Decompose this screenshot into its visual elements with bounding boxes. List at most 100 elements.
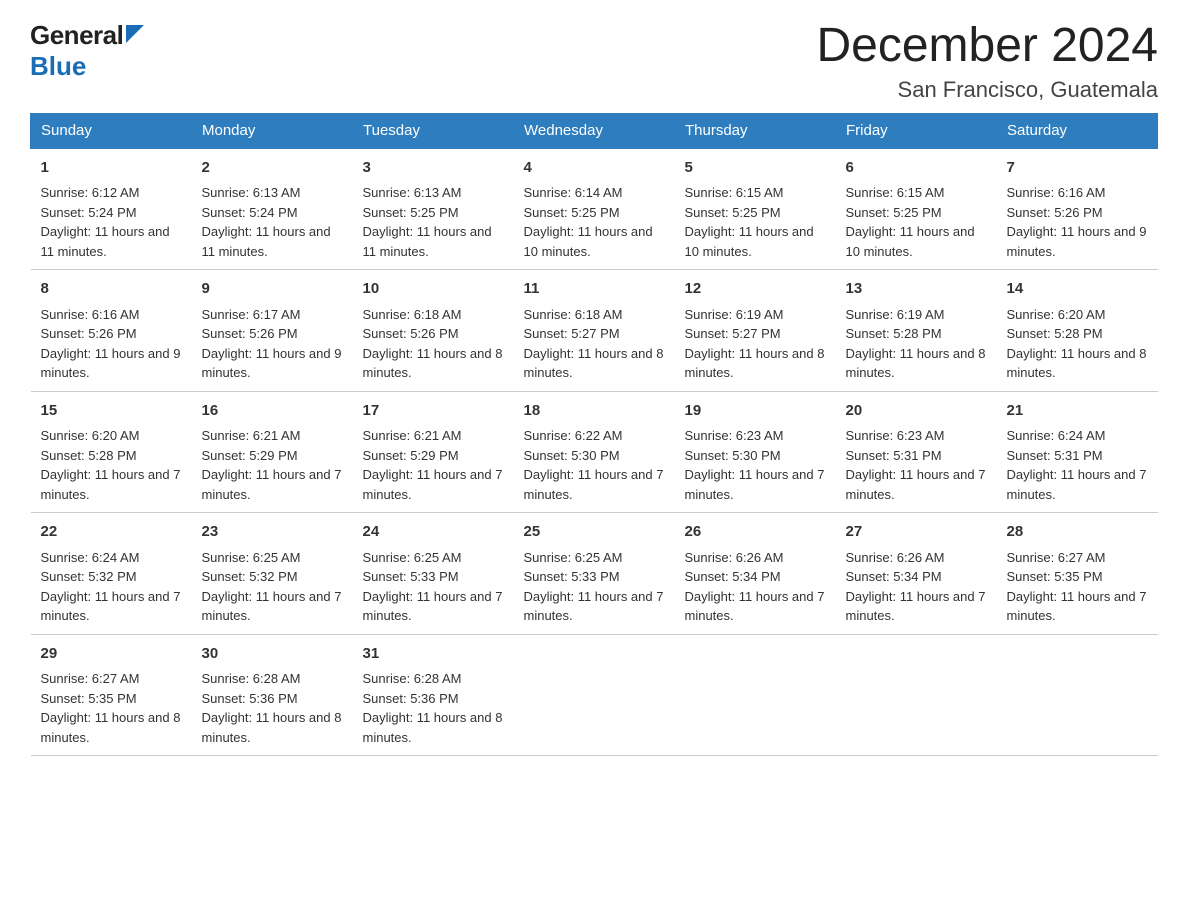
daylight-text: Daylight: 11 hours and 7 minutes. <box>524 589 664 624</box>
daylight-text: Daylight: 11 hours and 7 minutes. <box>41 589 181 624</box>
sunrise-text: Sunrise: 6:16 AM <box>1007 185 1106 200</box>
calendar-cell: 9Sunrise: 6:17 AMSunset: 5:26 PMDaylight… <box>192 270 353 392</box>
sunrise-text: Sunrise: 6:26 AM <box>685 550 784 565</box>
daylight-text: Daylight: 11 hours and 8 minutes. <box>41 710 181 745</box>
calendar-cell: 2Sunrise: 6:13 AMSunset: 5:24 PMDaylight… <box>192 148 353 270</box>
calendar-cell: 25Sunrise: 6:25 AMSunset: 5:33 PMDayligh… <box>514 513 675 635</box>
page-header: General Blue December 2024 San Francisco… <box>30 20 1158 103</box>
day-number: 12 <box>685 278 826 301</box>
sunrise-text: Sunrise: 6:15 AM <box>846 185 945 200</box>
day-number: 5 <box>685 157 826 180</box>
day-number: 10 <box>363 278 504 301</box>
sunset-text: Sunset: 5:26 PM <box>41 326 137 341</box>
daylight-text: Daylight: 11 hours and 11 minutes. <box>363 224 492 259</box>
calendar-title: December 2024 <box>816 20 1158 73</box>
sunrise-text: Sunrise: 6:26 AM <box>846 550 945 565</box>
calendar-subtitle: San Francisco, Guatemala <box>816 77 1158 103</box>
day-number: 24 <box>363 521 504 544</box>
sunset-text: Sunset: 5:28 PM <box>1007 326 1103 341</box>
calendar-cell: 16Sunrise: 6:21 AMSunset: 5:29 PMDayligh… <box>192 391 353 513</box>
daylight-text: Daylight: 11 hours and 8 minutes. <box>1007 346 1147 381</box>
sunrise-text: Sunrise: 6:20 AM <box>1007 307 1106 322</box>
day-number: 28 <box>1007 521 1148 544</box>
day-number: 6 <box>846 157 987 180</box>
day-number: 23 <box>202 521 343 544</box>
daylight-text: Daylight: 11 hours and 8 minutes. <box>846 346 986 381</box>
day-number: 2 <box>202 157 343 180</box>
daylight-text: Daylight: 11 hours and 7 minutes. <box>202 467 342 502</box>
daylight-text: Daylight: 11 hours and 7 minutes. <box>363 589 503 624</box>
day-number: 7 <box>1007 157 1148 180</box>
calendar-header-thursday: Thursday <box>675 113 836 148</box>
sunrise-text: Sunrise: 6:13 AM <box>202 185 301 200</box>
sunrise-text: Sunrise: 6:23 AM <box>846 428 945 443</box>
sunrise-text: Sunrise: 6:19 AM <box>846 307 945 322</box>
day-number: 8 <box>41 278 182 301</box>
day-number: 26 <box>685 521 826 544</box>
sunrise-text: Sunrise: 6:24 AM <box>1007 428 1106 443</box>
sunset-text: Sunset: 5:25 PM <box>524 205 620 220</box>
daylight-text: Daylight: 11 hours and 7 minutes. <box>1007 589 1147 624</box>
calendar-cell: 26Sunrise: 6:26 AMSunset: 5:34 PMDayligh… <box>675 513 836 635</box>
daylight-text: Daylight: 11 hours and 10 minutes. <box>685 224 814 259</box>
daylight-text: Daylight: 11 hours and 8 minutes. <box>363 710 503 745</box>
calendar-cell: 24Sunrise: 6:25 AMSunset: 5:33 PMDayligh… <box>353 513 514 635</box>
daylight-text: Daylight: 11 hours and 8 minutes. <box>685 346 825 381</box>
sunset-text: Sunset: 5:35 PM <box>41 691 137 706</box>
calendar-cell <box>514 634 675 756</box>
logo: General Blue <box>30 20 144 82</box>
daylight-text: Daylight: 11 hours and 11 minutes. <box>202 224 331 259</box>
sunset-text: Sunset: 5:25 PM <box>363 205 459 220</box>
calendar-cell: 29 Sunrise: 6:27 AM Sunset: 5:35 PM Dayligh… <box>31 634 192 756</box>
day-number: 20 <box>846 400 987 423</box>
daylight-text: Daylight: 11 hours and 9 minutes. <box>202 346 342 381</box>
day-number: 22 <box>41 521 182 544</box>
daylight-text: Daylight: 11 hours and 8 minutes. <box>524 346 664 381</box>
logo-general-text: General <box>30 20 123 51</box>
sunset-text: Sunset: 5:26 PM <box>363 326 459 341</box>
daylight-text: Daylight: 11 hours and 10 minutes. <box>524 224 653 259</box>
day-number: 31 <box>363 643 504 666</box>
sunrise-text: Sunrise: 6:28 AM <box>202 671 301 686</box>
calendar-cell: 27Sunrise: 6:26 AMSunset: 5:34 PMDayligh… <box>836 513 997 635</box>
sunset-text: Sunset: 5:34 PM <box>846 569 942 584</box>
daylight-text: Daylight: 11 hours and 9 minutes. <box>1007 224 1147 259</box>
calendar-header-friday: Friday <box>836 113 997 148</box>
sunset-text: Sunset: 5:30 PM <box>685 448 781 463</box>
sunset-text: Sunset: 5:29 PM <box>202 448 298 463</box>
calendar-header-tuesday: Tuesday <box>353 113 514 148</box>
sunrise-text: Sunrise: 6:25 AM <box>524 550 623 565</box>
day-number: 13 <box>846 278 987 301</box>
sunset-text: Sunset: 5:36 PM <box>363 691 459 706</box>
day-number: 30 <box>202 643 343 666</box>
sunrise-text: Sunrise: 6:18 AM <box>524 307 623 322</box>
calendar-cell: 18Sunrise: 6:22 AMSunset: 5:30 PMDayligh… <box>514 391 675 513</box>
sunset-text: Sunset: 5:26 PM <box>202 326 298 341</box>
calendar-week-row: 1Sunrise: 6:12 AMSunset: 5:24 PMDaylight… <box>31 148 1158 270</box>
sunrise-text: Sunrise: 6:16 AM <box>41 307 140 322</box>
calendar-cell: 12Sunrise: 6:19 AMSunset: 5:27 PMDayligh… <box>675 270 836 392</box>
calendar-cell: 31Sunrise: 6:28 AMSunset: 5:36 PMDayligh… <box>353 634 514 756</box>
day-number: 11 <box>524 278 665 301</box>
daylight-text: Daylight: 11 hours and 7 minutes. <box>846 467 986 502</box>
calendar-header-monday: Monday <box>192 113 353 148</box>
calendar-cell <box>997 634 1158 756</box>
sunrise-text: Sunrise: 6:25 AM <box>363 550 462 565</box>
calendar-cell: 3Sunrise: 6:13 AMSunset: 5:25 PMDaylight… <box>353 148 514 270</box>
calendar-cell: 4Sunrise: 6:14 AMSunset: 5:25 PMDaylight… <box>514 148 675 270</box>
sunrise-text: Sunrise: 6:13 AM <box>363 185 462 200</box>
sunrise-text: Sunrise: 6:17 AM <box>202 307 301 322</box>
sunset-text: Sunset: 5:32 PM <box>41 569 137 584</box>
daylight-text: Daylight: 11 hours and 7 minutes. <box>41 467 181 502</box>
day-number: 29 <box>41 643 182 666</box>
calendar-cell: 7Sunrise: 6:16 AMSunset: 5:26 PMDaylight… <box>997 148 1158 270</box>
calendar-cell: 5Sunrise: 6:15 AMSunset: 5:25 PMDaylight… <box>675 148 836 270</box>
sunrise-text: Sunrise: 6:18 AM <box>363 307 462 322</box>
daylight-text: Daylight: 11 hours and 11 minutes. <box>41 224 170 259</box>
sunset-text: Sunset: 5:31 PM <box>846 448 942 463</box>
sunrise-text: Sunrise: 6:21 AM <box>202 428 301 443</box>
sunset-text: Sunset: 5:30 PM <box>524 448 620 463</box>
sunrise-text: Sunrise: 6:27 AM <box>41 671 140 686</box>
calendar-header-sunday: Sunday <box>31 113 192 148</box>
daylight-text: Daylight: 11 hours and 10 minutes. <box>846 224 975 259</box>
